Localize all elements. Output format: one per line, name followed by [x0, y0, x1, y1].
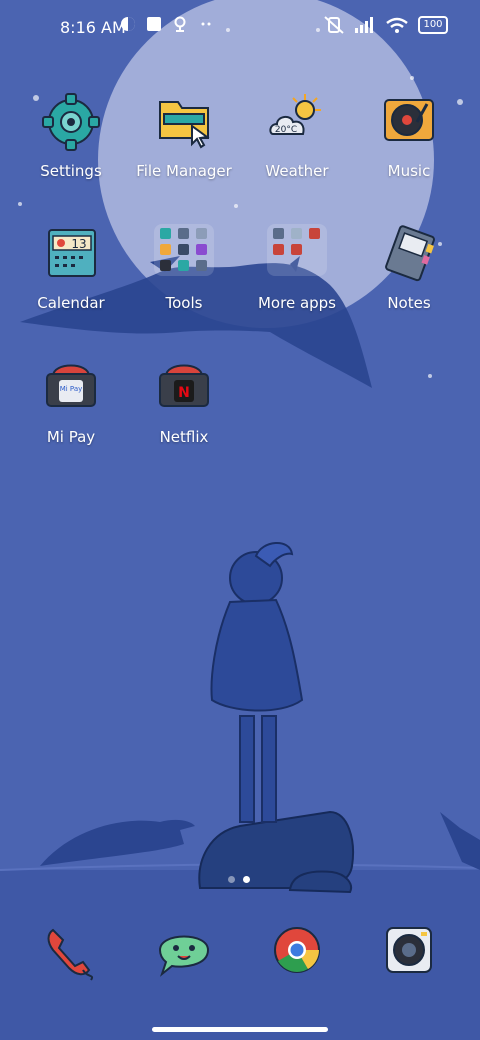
more-apps-label: More apps — [257, 294, 336, 312]
weather-temperature: 20°C — [275, 125, 297, 135]
weather-label: Weather — [265, 162, 329, 180]
calendar-day: 13 — [71, 237, 86, 251]
status-system-icons: 100 — [324, 16, 448, 34]
vibrate-off-icon — [324, 16, 344, 34]
music-app[interactable]: Music — [354, 92, 464, 182]
app-notification-icon — [121, 17, 135, 31]
status-bar: 8:16 AM 100 — [0, 0, 480, 56]
netflix-app[interactable]: N Netflix — [129, 358, 239, 448]
chrome-icon — [265, 920, 329, 984]
record-player-icon — [377, 92, 441, 156]
settings-icon — [39, 92, 103, 156]
mi-pay-label: Mi Pay — [46, 428, 96, 446]
netflix-icon: N — [152, 358, 216, 422]
camera-icon — [377, 920, 441, 984]
more-apps-folder[interactable]: More apps — [242, 224, 352, 314]
messages-icon — [152, 920, 216, 984]
status-time: 8:16 AM — [60, 18, 126, 37]
wifi-icon — [386, 17, 408, 33]
calendar-label: Calendar — [37, 294, 105, 312]
messages-app[interactable] — [129, 920, 239, 1000]
notebook-icon — [377, 224, 441, 288]
mi-pay-app[interactable]: Mi Pay Mi Pay — [16, 358, 126, 448]
settings-app[interactable]: Settings — [16, 92, 126, 182]
camera-app[interactable] — [354, 920, 464, 1000]
square-notification-icon — [147, 17, 161, 31]
more-notifications-icon — [201, 22, 211, 26]
netflix-label: Netflix — [159, 428, 209, 446]
status-notification-icons — [120, 16, 214, 32]
location-icon — [174, 16, 186, 32]
battery-indicator: 100 — [418, 16, 448, 34]
weather-app[interactable]: 20°C Weather — [242, 92, 352, 182]
file-manager-app[interactable]: File Manager — [129, 92, 239, 182]
file-manager-label: File Manager — [136, 162, 232, 180]
home-indicator[interactable] — [152, 1027, 328, 1032]
notes-label: Notes — [387, 294, 431, 312]
calendar-app[interactable]: 13 Calendar — [16, 224, 126, 314]
music-label: Music — [387, 162, 431, 180]
page-indicator — [228, 876, 250, 883]
tools-label: Tools — [165, 294, 203, 312]
tools-folder-icon — [152, 224, 216, 288]
netflix-badge: N — [178, 385, 190, 401]
page-dot-1[interactable] — [228, 876, 235, 883]
more-apps-folder-icon — [265, 224, 329, 288]
weather-icon: 20°C — [265, 92, 329, 156]
mi-pay-badge: Mi Pay — [60, 385, 83, 393]
dock — [0, 920, 480, 1000]
chrome-app[interactable] — [242, 920, 352, 1000]
phone-icon — [39, 920, 103, 984]
tools-folder[interactable]: Tools — [129, 224, 239, 314]
notes-app[interactable]: Notes — [354, 224, 464, 314]
mi-pay-icon: Mi Pay — [39, 358, 103, 422]
signal-icon — [355, 17, 373, 33]
settings-label: Settings — [40, 162, 102, 180]
calendar-icon: 13 — [39, 224, 103, 288]
phone-app[interactable] — [16, 920, 126, 1000]
folder-icon — [152, 92, 216, 156]
page-dot-2[interactable] — [243, 876, 250, 883]
